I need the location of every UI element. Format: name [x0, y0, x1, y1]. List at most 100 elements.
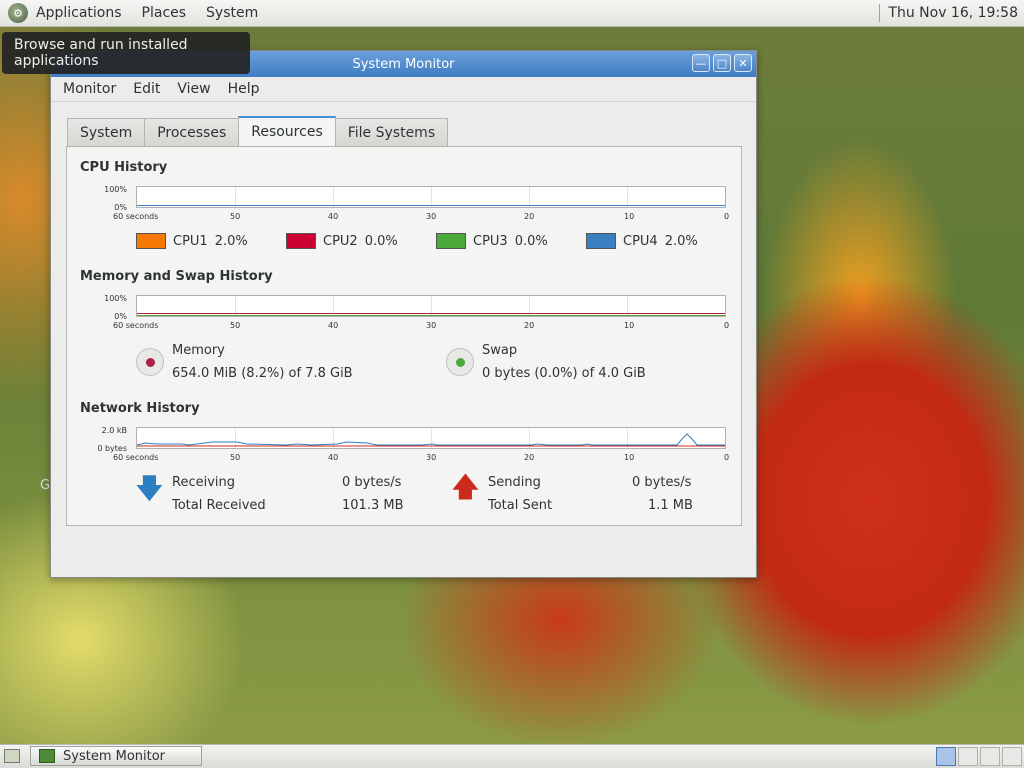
- panel-separator: [879, 4, 881, 22]
- cpu2-value: 0.0%: [364, 233, 398, 249]
- show-desktop-icon[interactable]: [4, 749, 20, 763]
- workspace-2[interactable]: [958, 747, 978, 766]
- applications-tooltip: Browse and run installed applications: [2, 32, 250, 74]
- total-received-label: Total Received: [172, 498, 266, 513]
- tab-bar: System Processes Resources File Systems: [67, 116, 449, 146]
- cpu-y-top: 100%: [104, 185, 127, 194]
- top-panel: ⚙ Applications Places System Thu Nov 16,…: [0, 0, 1024, 27]
- close-button[interactable]: ✕: [734, 54, 752, 72]
- sending-label: Sending: [488, 475, 541, 490]
- workspace-1[interactable]: [936, 747, 956, 766]
- memory-x-label: 60 seconds: [113, 321, 159, 330]
- network-y-top: 2.0 kB: [101, 426, 127, 435]
- cpu-x-label: 0: [724, 212, 730, 221]
- memory-x-label: 40: [328, 321, 339, 330]
- network-x-label: 60 seconds: [113, 453, 159, 462]
- swap-series-line: [137, 315, 725, 316]
- memory-label: Memory: [172, 343, 225, 358]
- total-received-value: 101.3 MB: [342, 498, 404, 513]
- sending-arrow-icon[interactable]: 🡅: [451, 473, 480, 501]
- minimize-button[interactable]: —: [692, 54, 710, 72]
- network-x-label: 0: [724, 453, 730, 462]
- swap-label: Swap: [482, 343, 518, 358]
- cpu3-value: 0.0%: [514, 233, 548, 249]
- bottom-panel: System Monitor: [0, 744, 1024, 768]
- receiving-arrow-icon[interactable]: 🡇: [135, 475, 164, 503]
- total-sent-value: 1.1 MB: [648, 498, 693, 513]
- network-history-title: Network History: [80, 401, 200, 416]
- cpu-series-line: [137, 205, 725, 206]
- receiving-value: 0 bytes/s: [342, 475, 402, 490]
- network-x-label: 40: [328, 453, 339, 462]
- system-monitor-window: System Monitor — □ ✕ Monitor Edit View H…: [50, 50, 757, 578]
- network-x-label: 50: [230, 453, 241, 462]
- workspace-3[interactable]: [980, 747, 1000, 766]
- cpu-graph: [136, 186, 726, 208]
- applications-menu-icon[interactable]: ⚙: [8, 3, 28, 23]
- cpu-x-label: 40: [328, 212, 339, 221]
- memory-x-label: 10: [624, 321, 635, 330]
- sending-value: 0 bytes/s: [632, 475, 692, 490]
- cpu3-color-swatch[interactable]: [436, 233, 466, 249]
- network-x-label: 30: [426, 453, 437, 462]
- desktop-icon-label-fragment: G: [40, 478, 51, 493]
- cpu4-legend[interactable]: CPU4 2.0%: [586, 233, 698, 249]
- resources-panel: CPU History 100% 0% 60 seconds 50 40 30 …: [66, 146, 742, 526]
- cpu2-name: CPU2: [323, 233, 358, 249]
- taskbar-task-label: System Monitor: [63, 748, 166, 764]
- cpu1-legend[interactable]: CPU1 2.0%: [136, 233, 248, 249]
- tab-resources[interactable]: Resources: [238, 116, 336, 146]
- cpu1-color-swatch[interactable]: [136, 233, 166, 249]
- cpu2-legend[interactable]: CPU2 0.0%: [286, 233, 398, 249]
- menu-places[interactable]: Places: [142, 5, 187, 21]
- network-graph: [136, 427, 726, 449]
- cpu3-name: CPU3: [473, 233, 508, 249]
- close-icon: ✕: [738, 56, 748, 70]
- memory-graph: [136, 295, 726, 317]
- network-y-bottom: 0 bytes: [97, 444, 127, 453]
- cpu1-name: CPU1: [173, 233, 208, 249]
- memory-gauge-icon[interactable]: [136, 348, 164, 376]
- cpu-x-label: 10: [624, 212, 635, 221]
- menu-applications[interactable]: Applications: [36, 5, 122, 21]
- receiving-label: Receiving: [172, 475, 236, 490]
- menu-help[interactable]: Help: [228, 81, 260, 97]
- cpu3-legend[interactable]: CPU3 0.0%: [436, 233, 548, 249]
- network-x-label: 10: [624, 453, 635, 462]
- memory-y-bottom: 0%: [114, 312, 127, 321]
- tab-processes[interactable]: Processes: [144, 118, 240, 146]
- menu-monitor[interactable]: Monitor: [63, 81, 116, 97]
- tab-system[interactable]: System: [67, 118, 146, 146]
- cpu1-value: 2.0%: [214, 233, 248, 249]
- total-sent-label: Total Sent: [488, 498, 553, 513]
- cpu-x-label: 60 seconds: [113, 212, 159, 221]
- tab-file-systems[interactable]: File Systems: [334, 118, 449, 146]
- network-x-label: 20: [524, 453, 535, 462]
- workspace-4[interactable]: [1002, 747, 1022, 766]
- cpu2-color-swatch[interactable]: [286, 233, 316, 249]
- swap-gauge-icon[interactable]: [446, 348, 474, 376]
- minimize-icon: —: [695, 56, 707, 70]
- memory-history-title: Memory and Swap History: [80, 269, 273, 284]
- menu-system[interactable]: System: [206, 5, 258, 21]
- menu-edit[interactable]: Edit: [133, 81, 160, 97]
- menu-view[interactable]: View: [177, 81, 210, 97]
- taskbar-system-monitor-button[interactable]: System Monitor: [30, 746, 202, 766]
- cpu4-color-swatch[interactable]: [586, 233, 616, 249]
- maximize-button[interactable]: □: [713, 54, 731, 72]
- memory-gauge-fill: [146, 358, 155, 367]
- cpu-y-bottom: 0%: [114, 203, 127, 212]
- memory-x-label: 20: [524, 321, 535, 330]
- cpu4-value: 2.0%: [664, 233, 698, 249]
- cpu-x-label: 50: [230, 212, 241, 221]
- cpu-x-label: 30: [426, 212, 437, 221]
- memory-y-top: 100%: [104, 294, 127, 303]
- window-menubar: Monitor Edit View Help: [51, 77, 756, 102]
- memory-x-label: 50: [230, 321, 241, 330]
- swap-gauge-fill: [456, 358, 465, 367]
- clock[interactable]: Thu Nov 16, 19:58: [888, 5, 1018, 21]
- network-series-plot: [137, 433, 725, 447]
- memory-x-label: 30: [426, 321, 437, 330]
- maximize-icon: □: [716, 56, 728, 70]
- memory-x-label: 0: [724, 321, 730, 330]
